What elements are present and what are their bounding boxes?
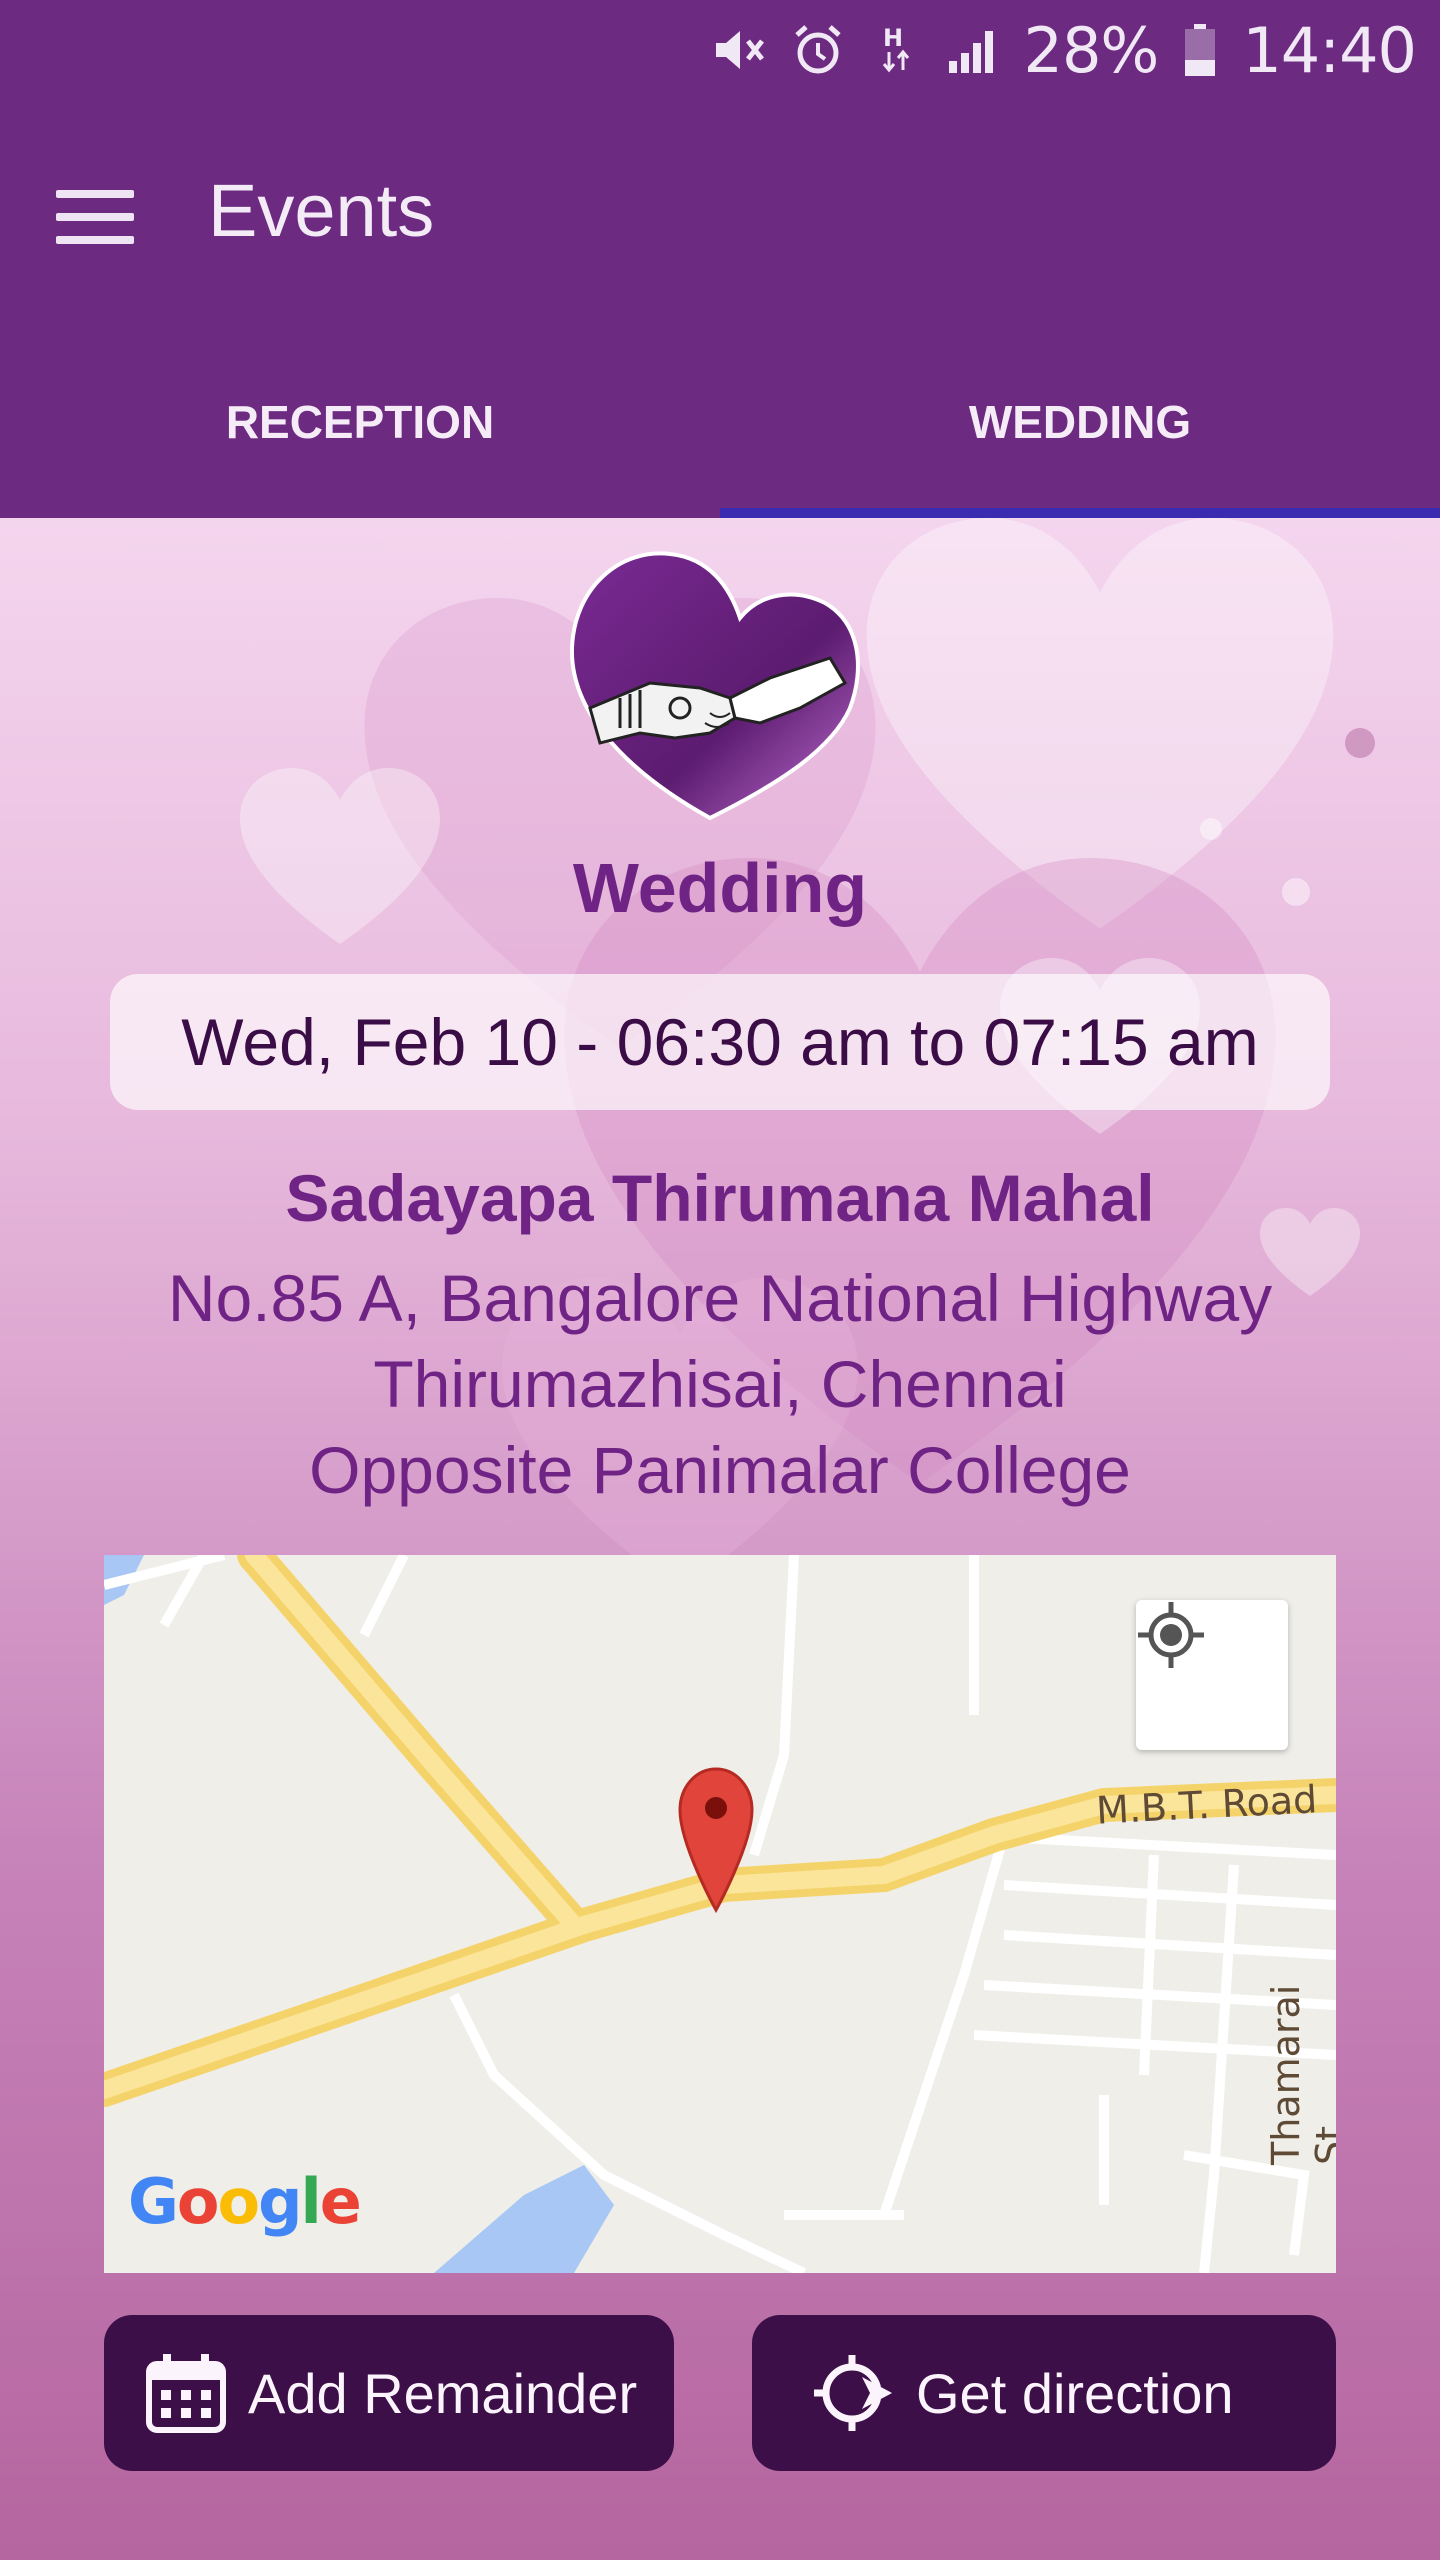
battery-percent: 28% [1023, 13, 1160, 87]
tab-reception[interactable]: RECEPTION [0, 300, 720, 518]
calendar-icon [144, 2351, 228, 2435]
decor-bubble [1200, 818, 1222, 840]
clock: 14:40 [1242, 13, 1417, 87]
svg-text:H: H [883, 24, 903, 52]
mute-icon [712, 22, 768, 78]
my-location-icon [1138, 1602, 1204, 1668]
get-direction-label: Get direction [916, 2361, 1234, 2425]
signal-icon [946, 22, 1002, 78]
battery-icon [1180, 22, 1220, 78]
status-bar: H 28% 14:40 [0, 0, 1440, 100]
app-bar: Events [0, 100, 1440, 300]
menu-line [56, 236, 134, 244]
page-title: Events [208, 169, 435, 252]
get-direction-button[interactable]: Get direction [752, 2315, 1336, 2471]
venue-name: Sadayapa Thirumana Mahal [285, 1161, 1155, 1235]
hamburger-menu-icon[interactable] [40, 172, 150, 262]
menu-line [56, 213, 134, 221]
wedding-logo-icon [569, 551, 860, 821]
tab-bar: RECEPTION WEDDING [0, 300, 1440, 518]
google-logo: Google [128, 2165, 362, 2238]
address-line-2: Thirumazhisai, Chennai [373, 1347, 1067, 1421]
address-line-3: Opposite Panimalar College [309, 1433, 1131, 1507]
road-label-thamarai: Thamarai St [1264, 1984, 1336, 2165]
alarm-icon [790, 22, 846, 78]
add-reminder-label: Add Remainder [248, 2361, 638, 2425]
address-line-1: No.85 A, Bangalore National Highway [167, 1261, 1273, 1335]
hspa-data-icon: H [868, 22, 924, 78]
status-icons: H 28% 14:40 [712, 13, 1417, 87]
decor-bubble [1345, 728, 1375, 758]
venue-map[interactable]: M.B.T. Road Thamarai St Google [104, 1555, 1336, 2273]
directions-icon [812, 2351, 896, 2435]
my-location-button[interactable] [1136, 1600, 1288, 1750]
event-datetime: Wed, Feb 10 - 06:30 am to 07:15 am [110, 974, 1330, 1110]
add-reminder-button[interactable]: Add Remainder [104, 2315, 674, 2471]
event-content: Wedding Wed, Feb 10 - 06:30 am to 07:15 … [0, 518, 1440, 2560]
event-title: Wedding [572, 849, 868, 927]
tab-wedding[interactable]: WEDDING [720, 300, 1440, 518]
menu-line [56, 190, 134, 198]
